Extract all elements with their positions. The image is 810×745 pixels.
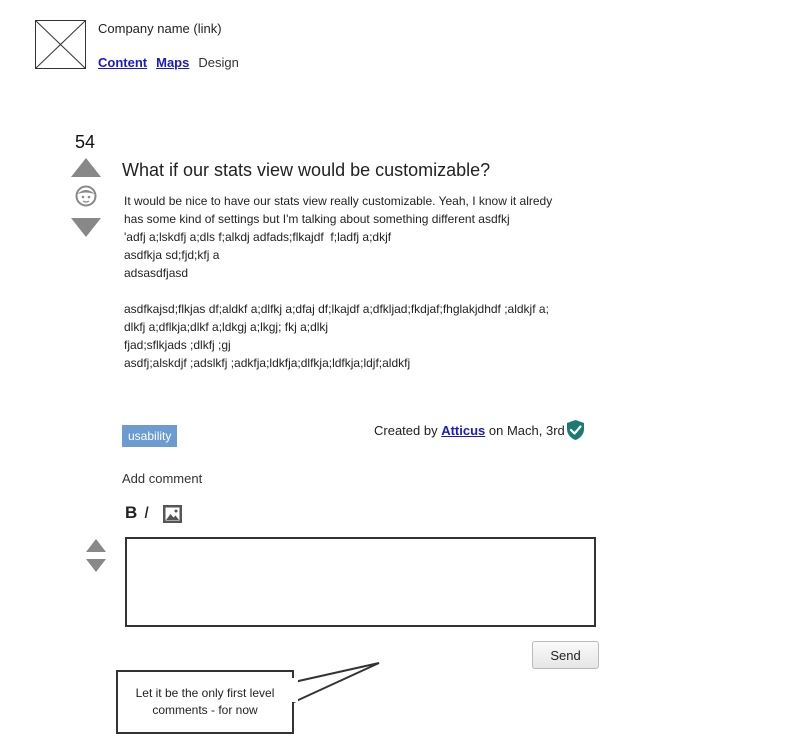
logo-placeholder <box>35 20 86 69</box>
nav-content-link[interactable]: Content <box>98 55 147 70</box>
body-line: 'adfj a;lskdfj a;dls f;alkdj adfads;flka… <box>124 230 392 244</box>
comment-upvote-arrow-icon[interactable] <box>86 539 106 552</box>
tag-usability[interactable]: usability <box>122 425 178 447</box>
author-link[interactable]: Atticus <box>441 423 485 438</box>
downvote-arrow-icon[interactable] <box>71 218 101 237</box>
body-line: It would be nice to have our stats view … <box>124 194 553 208</box>
created-prefix: Created by <box>374 423 438 438</box>
body-line: adsasdfjasd <box>124 266 189 280</box>
upvote-arrow-icon[interactable] <box>71 158 101 177</box>
insert-image-icon[interactable] <box>163 505 182 523</box>
user-face-icon[interactable] <box>75 185 97 207</box>
created-date: on Mach, 3rd <box>488 423 565 438</box>
company-name-link[interactable]: Company name (link) <box>98 21 222 36</box>
question-body: It would be nice to have our stats view … <box>124 192 614 372</box>
created-by: Created by Atticus on Mach, 3rd <box>374 423 565 438</box>
body-line: asdfj;alskdjf ;adslkfj ;adkfja;ldkfja;dl… <box>124 356 411 370</box>
nav-maps-link[interactable]: Maps <box>156 55 189 70</box>
add-comment-label: Add comment <box>122 471 203 486</box>
send-button[interactable]: Send <box>532 641 599 669</box>
vote-count: 54 <box>75 132 96 152</box>
nav-design-item[interactable]: Design <box>198 55 238 70</box>
callout-note: Let it be the only first level comments … <box>116 670 294 734</box>
body-line <box>124 282 614 300</box>
body-line: dlkfj a;dflkja;dlkf a;ldkgj a;lkgj; fkj … <box>124 320 329 334</box>
comment-downvote-arrow-icon[interactable] <box>86 559 106 572</box>
body-line: has some kind of settings but I'm talkin… <box>124 212 510 226</box>
question-title: What if our stats view would be customiz… <box>122 160 491 180</box>
comment-input[interactable] <box>125 537 596 627</box>
main-nav: Content Maps Design <box>98 55 239 70</box>
italic-button[interactable]: I <box>144 503 149 523</box>
body-line: asdfkja sd;fjd;kfj a <box>124 248 220 262</box>
body-line: fjad;sflkjads ;dlkfj ;gj <box>124 338 231 352</box>
body-line: asdfkajsd;flkjas df;aldkf a;dlfkj a;dfaj… <box>124 302 549 316</box>
callout-pointer-mask <box>290 678 298 702</box>
bold-button[interactable]: B <box>125 503 137 523</box>
shield-check-icon <box>567 420 584 440</box>
